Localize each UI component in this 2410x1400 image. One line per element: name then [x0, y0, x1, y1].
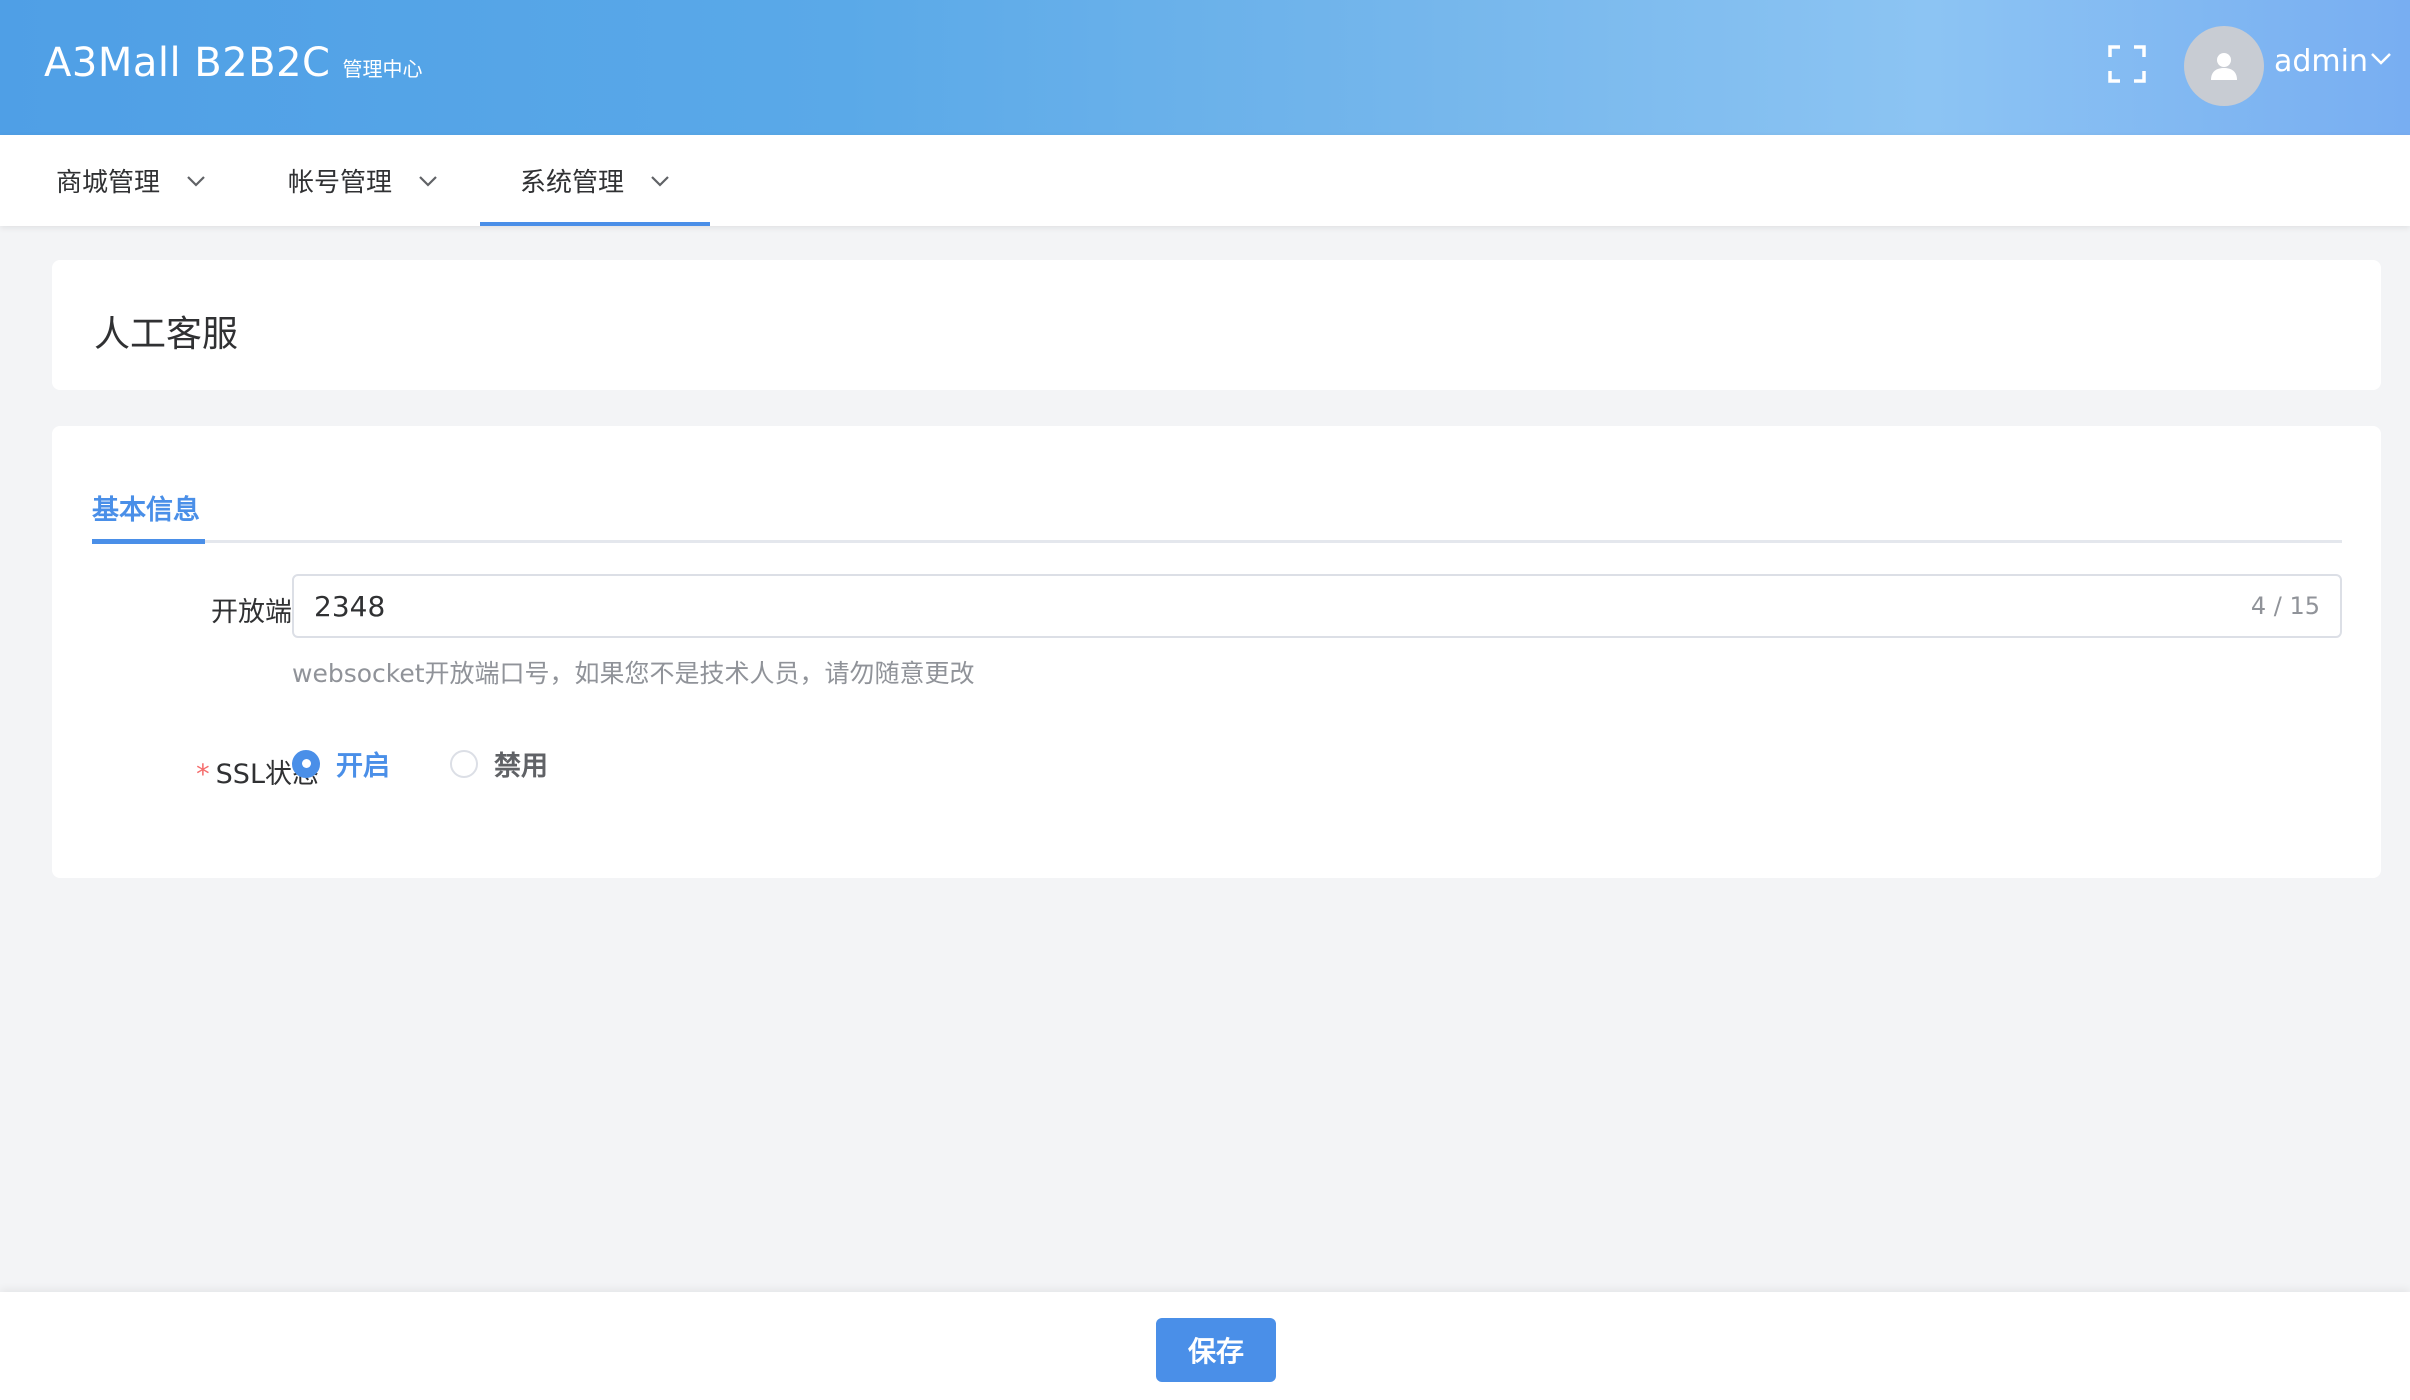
ssl-radio-enable[interactable]: 开启: [292, 744, 390, 783]
top-header: A3Mall B2B2C 管理中心 admin: [0, 0, 2410, 135]
radio-checked-icon[interactable]: [292, 749, 320, 778]
main-nav: 商城管理 帐号管理 系统管理: [0, 135, 2410, 226]
page-title: 人工客服: [94, 314, 239, 355]
chevron-down-icon: [419, 175, 437, 187]
settings-form-card: 基本信息 开放端口 4 / 15 websocket开放端口号，如果您不是技术人…: [52, 426, 2381, 878]
required-mark: *: [196, 759, 210, 790]
ssl-radio-disable[interactable]: 禁用: [450, 744, 548, 783]
tab-divider: [92, 540, 2342, 543]
user-name[interactable]: admin: [2274, 44, 2368, 79]
avatar[interactable]: [2184, 26, 2264, 106]
nav-item-account[interactable]: 帐号管理: [288, 135, 438, 226]
brand-logo[interactable]: A3Mall B2B2C 管理中心: [44, 40, 423, 86]
fullscreen-icon[interactable]: [2107, 44, 2147, 84]
port-input[interactable]: [314, 586, 2114, 626]
user-icon: [2211, 53, 2237, 80]
chevron-down-icon: [651, 175, 669, 187]
radio-label[interactable]: 禁用: [494, 744, 548, 783]
nav-item-label: 帐号管理: [288, 168, 393, 198]
footer-bar: 保存: [0, 1292, 2410, 1400]
tab-active-indicator: [92, 539, 205, 544]
tab-basic-info[interactable]: 基本信息: [92, 488, 200, 527]
logo-title: A3Mall B2B2C: [44, 40, 331, 86]
nav-item-mall[interactable]: 商城管理: [56, 135, 206, 226]
nav-item-label: 系统管理: [520, 168, 625, 198]
port-field[interactable]: 4 / 15: [292, 574, 2342, 638]
page-title-card: 人工客服: [52, 260, 2381, 390]
nav-item-label: 商城管理: [56, 168, 161, 198]
port-hint: websocket开放端口号，如果您不是技术人员，请勿随意更改: [292, 659, 975, 688]
radio-unchecked-icon[interactable]: [450, 749, 478, 778]
radio-label[interactable]: 开启: [336, 744, 390, 783]
save-button[interactable]: 保存: [1156, 1318, 1276, 1382]
chevron-down-icon: [187, 175, 205, 187]
nav-item-system[interactable]: 系统管理: [479, 135, 711, 226]
char-counter: 4 / 15: [2250, 592, 2320, 620]
chevron-down-icon[interactable]: [2370, 52, 2392, 66]
logo-subtitle: 管理中心: [342, 57, 423, 81]
